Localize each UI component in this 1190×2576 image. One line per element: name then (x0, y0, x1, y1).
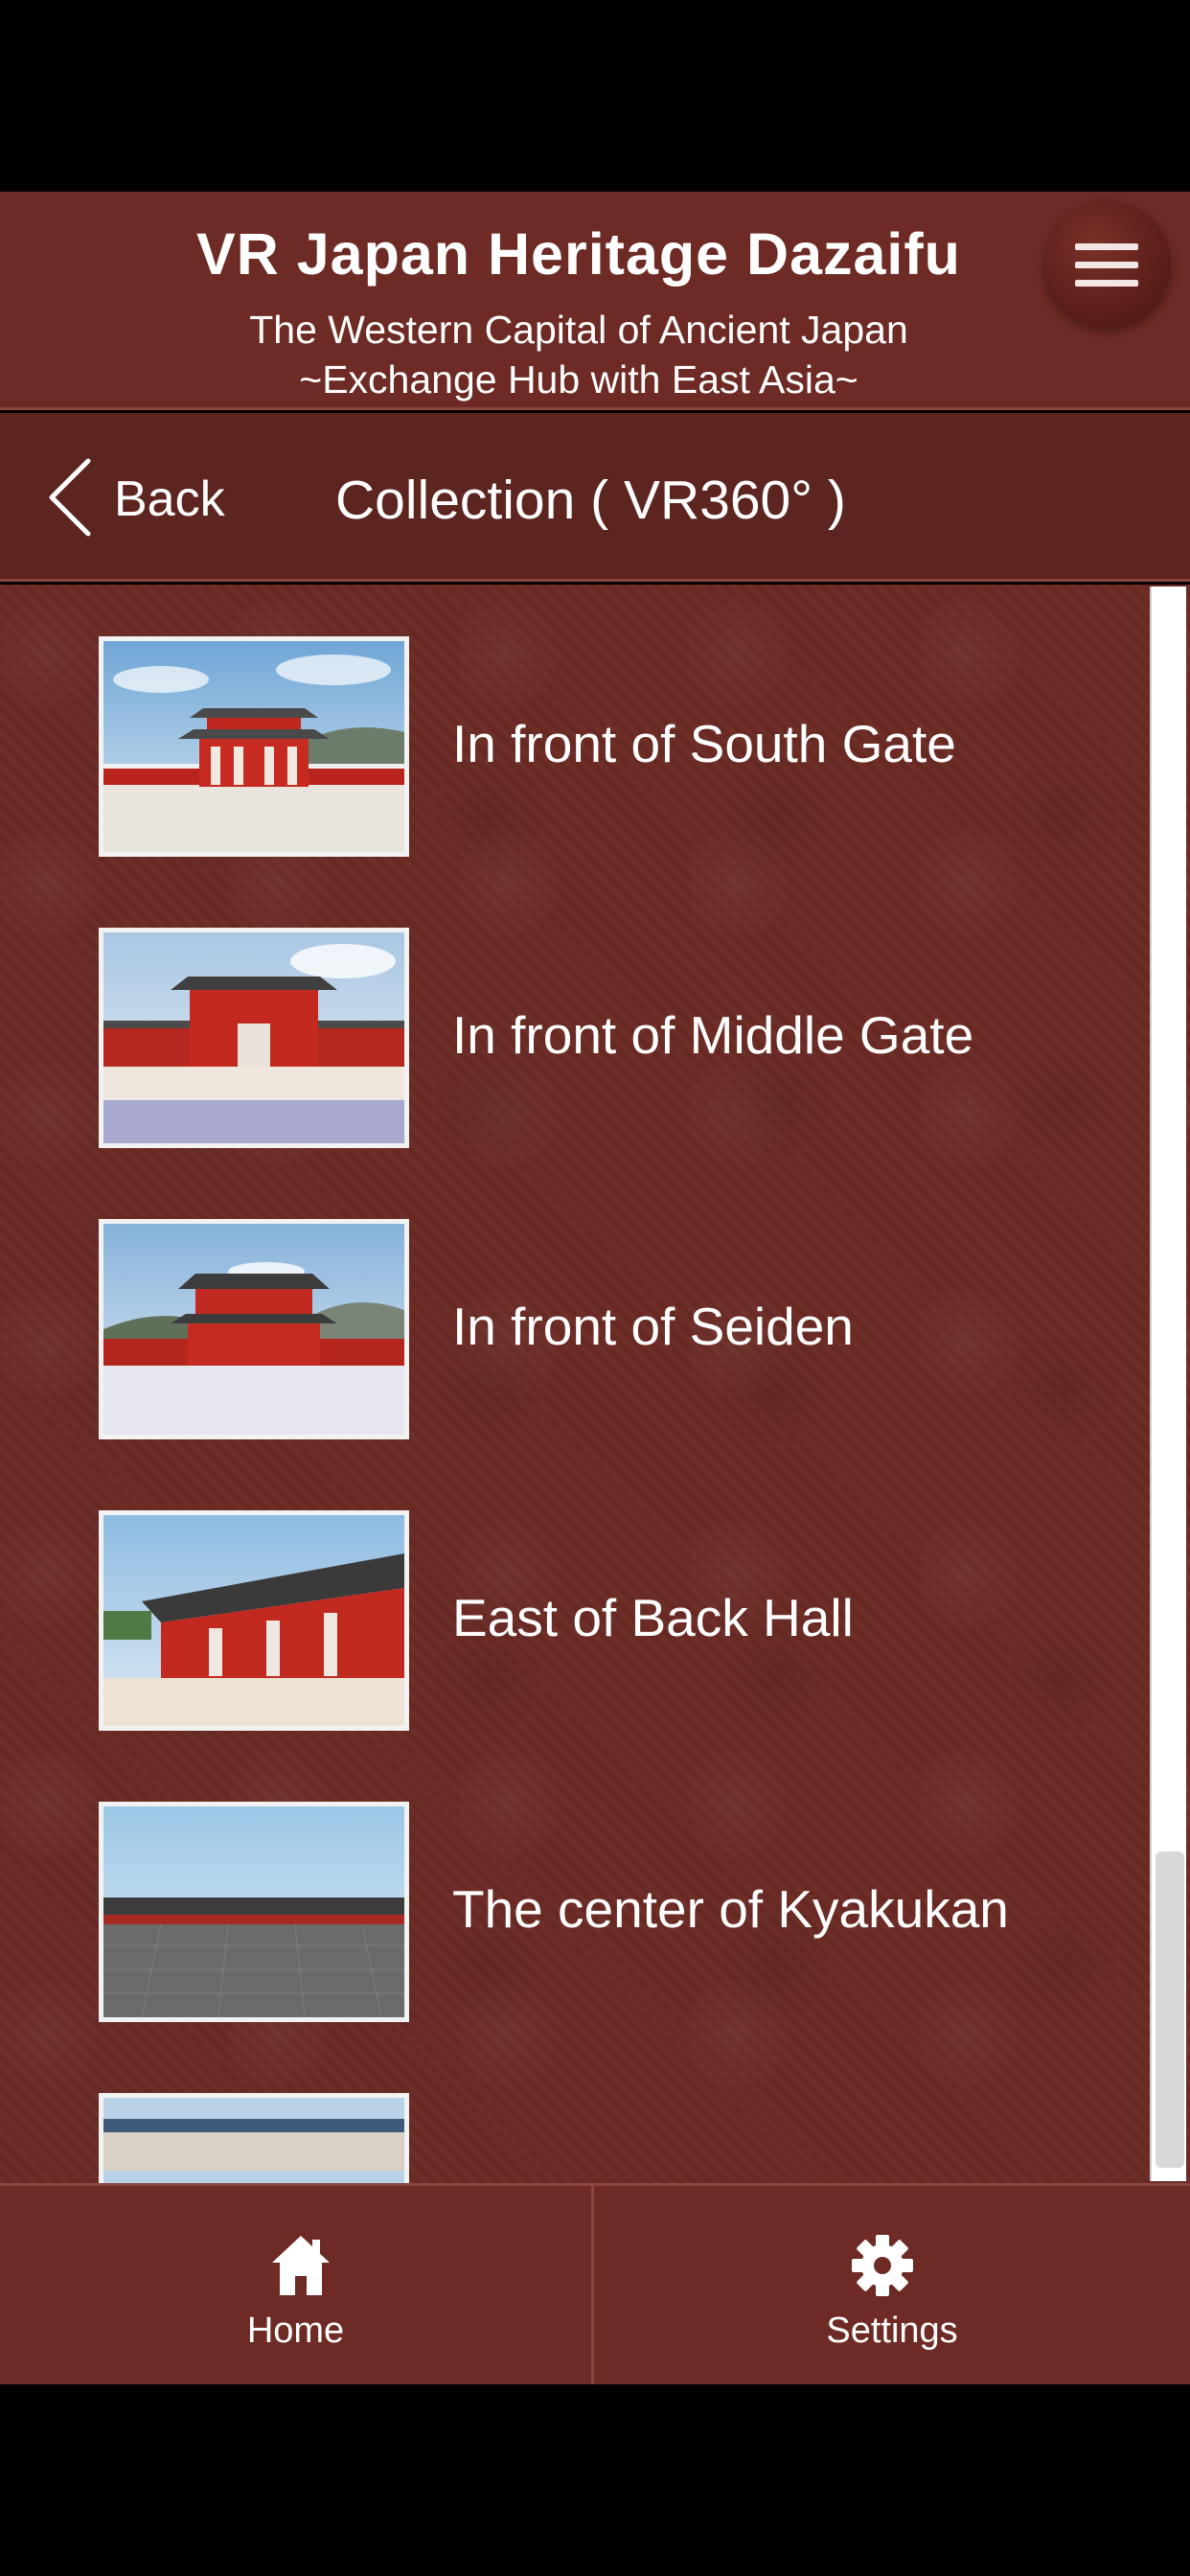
nav-bar: Back Collection ( VR360° ) (0, 413, 1190, 582)
scrollbar-thumb[interactable] (1156, 1852, 1184, 2168)
tab-settings-label: Settings (826, 2311, 958, 2351)
item-label: In front of South Gate (452, 714, 956, 773)
item-label: The center of Kyakukan (452, 1879, 1009, 1939)
tab-settings[interactable]: Settings (595, 2186, 1189, 2384)
home-indicator-area (0, 2384, 1190, 2576)
back-button[interactable]: Back (38, 449, 249, 545)
status-bar (0, 0, 1190, 192)
item-label: East of Back Hall (452, 1588, 854, 1647)
back-label: Back (114, 472, 225, 527)
item-label: In front of Middle Gate (452, 1005, 974, 1065)
seiden-thumbnail (99, 1219, 409, 1439)
app-root: VR Japan Heritage Dazaifu The Western Ca… (0, 0, 1190, 2576)
tab-home[interactable]: Home (0, 2186, 594, 2384)
home-icon (272, 2236, 330, 2295)
south-gate-thumbnail (99, 636, 409, 857)
list-item[interactable]: In front of Middle Gate (0, 928, 1140, 1148)
list-item[interactable]: In front of Seiden (0, 1219, 1140, 1439)
chevron-left-icon (49, 458, 91, 537)
subtitle-line-1: The Western Capital of Ancient Japan (249, 308, 908, 352)
gear-icon (852, 2235, 913, 2296)
app-header: VR Japan Heritage Dazaifu The Western Ca… (0, 192, 1190, 410)
menu-button[interactable] (1044, 201, 1171, 328)
partially-visible-thumbnail (99, 2093, 409, 2183)
list-item[interactable] (0, 2093, 1140, 2183)
list-item[interactable]: In front of South Gate (0, 636, 1140, 857)
back-hall-thumbnail (99, 1510, 409, 1731)
item-label: In front of Seiden (452, 1297, 854, 1356)
kyakukan-thumbnail (99, 1802, 409, 2022)
scrollbar[interactable] (1150, 586, 1186, 2181)
middle-gate-thumbnail (99, 928, 409, 1148)
list-item[interactable]: East of Back Hall (0, 1510, 1140, 1731)
collection-list[interactable]: In front of South Gate In front of Middl… (0, 585, 1190, 2183)
app-title: VR Japan Heritage Dazaifu (196, 221, 961, 287)
tab-home-label: Home (246, 2311, 345, 2351)
subtitle-line-2: ~Exchange Hub with East Asia~ (299, 357, 858, 402)
page-title: Collection ( VR360° ) (335, 470, 846, 531)
tab-bar: Home Settings (0, 2183, 1190, 2384)
list-item[interactable]: The center of Kyakukan (0, 1802, 1140, 2022)
app-subtitle: The Western Capital of Ancient Japan ~Ex… (0, 305, 1157, 404)
